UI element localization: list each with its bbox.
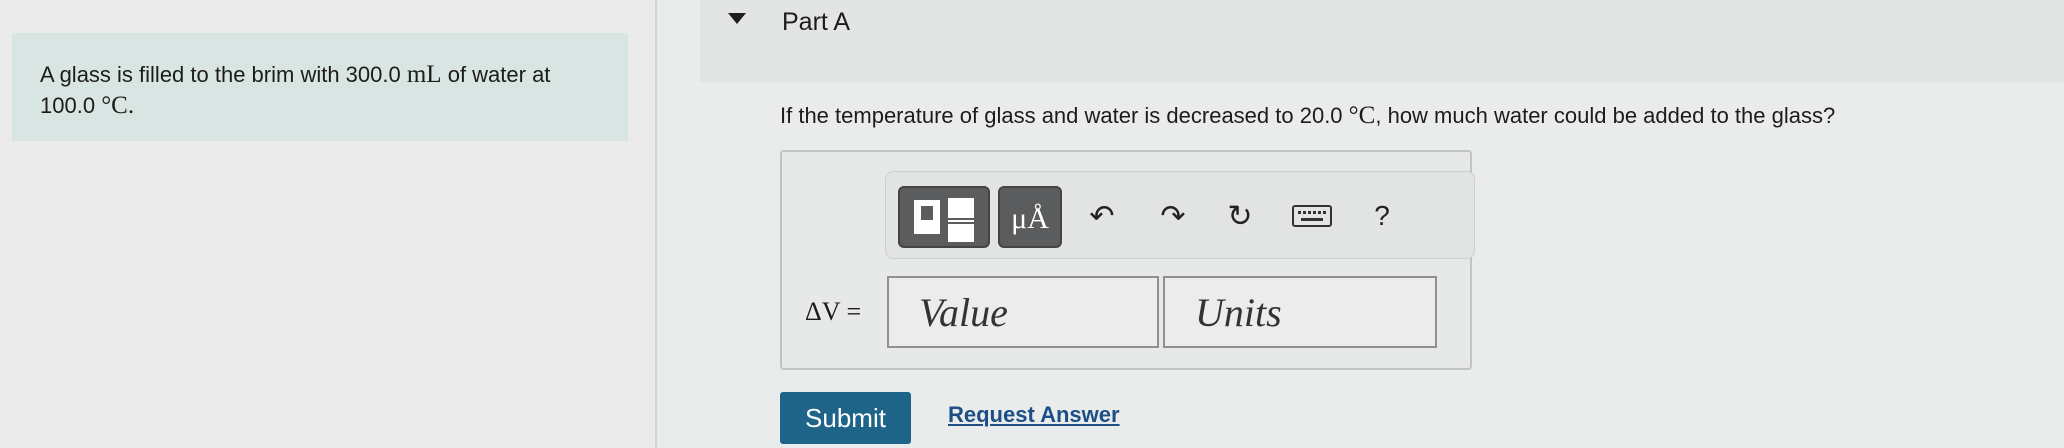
redo-button[interactable]: ↷	[1153, 196, 1193, 236]
help-button[interactable]: ?	[1362, 196, 1402, 236]
question-text: If the temperature of glass and water is…	[780, 102, 1835, 130]
part-header[interactable]	[700, 0, 2064, 82]
problem-statement: A glass is filled to the brim with 300.0…	[12, 33, 628, 141]
reset-button[interactable]: ↻	[1220, 196, 1260, 236]
collapse-caret-icon[interactable]	[728, 13, 746, 24]
variable-label: ΔV =	[805, 297, 862, 326]
units-input[interactable]	[1163, 276, 1437, 348]
keyboard-icon	[1292, 205, 1332, 227]
pane-divider	[655, 0, 657, 448]
request-answer-link[interactable]: Request Answer	[948, 402, 1120, 428]
volume-unit: mL	[406, 61, 442, 88]
problem-text-before: A glass is filled to the brim with 300.0	[40, 62, 401, 87]
question-text-after: , how much water could be added to the g…	[1375, 103, 1836, 128]
undo-icon: ↶	[1089, 199, 1115, 233]
temperature-unit: °C.	[101, 92, 135, 119]
submit-button[interactable]: Submit	[780, 392, 911, 444]
reset-icon: ↻	[1227, 199, 1253, 233]
units-button[interactable]: μÅ	[998, 186, 1062, 248]
question-text-before: If the temperature of glass and water is…	[780, 103, 1343, 128]
templates-button[interactable]	[898, 186, 990, 248]
problem-pane: A glass is filled to the brim with 300.0…	[0, 0, 655, 448]
value-input[interactable]	[887, 276, 1159, 348]
help-icon: ?	[1374, 200, 1390, 231]
question-unit: °C	[1348, 102, 1376, 129]
undo-button[interactable]: ↶	[1082, 196, 1122, 236]
units-icon: μÅ	[1011, 202, 1049, 235]
keyboard-button[interactable]	[1292, 196, 1332, 236]
redo-icon: ↷	[1160, 199, 1186, 233]
part-title[interactable]: Part A	[782, 8, 850, 37]
